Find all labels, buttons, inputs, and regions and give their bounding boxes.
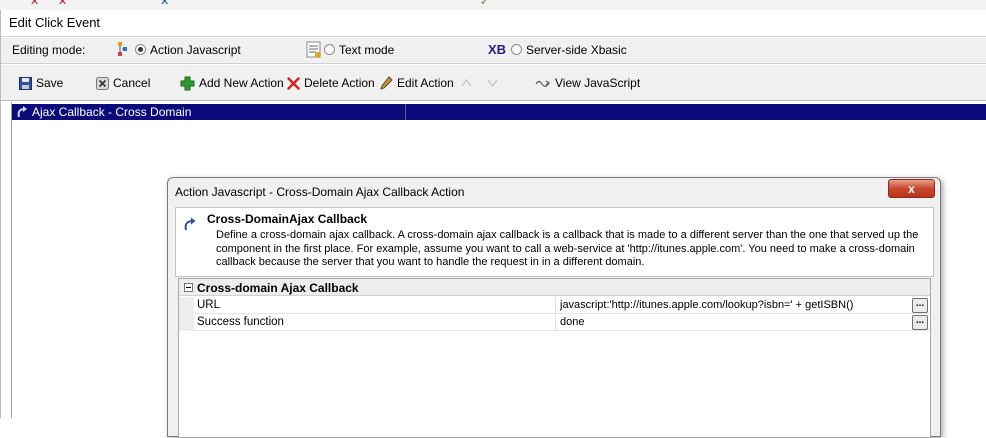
move-up-button[interactable] xyxy=(461,74,472,92)
action-javascript-icon xyxy=(118,42,127,56)
editing-mode-label: Editing mode: xyxy=(12,43,86,57)
action-javascript-dialog: Action Javascript - Cross-Domain Ajax Ca… xyxy=(167,177,941,438)
add-new-action-label: Add New Action xyxy=(199,76,284,90)
view-javascript-icon xyxy=(535,80,551,87)
window-title: Edit Click Event xyxy=(1,10,986,37)
editing-mode-bar: Editing mode: Action Javascript Text mod… xyxy=(1,38,986,64)
save-label: Save xyxy=(36,76,64,90)
text-mode-icon xyxy=(306,41,321,58)
cancel-icon xyxy=(96,76,109,90)
action-description: Define a cross-domain ajax callback. A c… xyxy=(216,229,919,268)
collapse-icon[interactable] xyxy=(184,283,193,292)
cancel-label: Cancel xyxy=(113,76,151,90)
success-function-ellipsis-button[interactable]: ... xyxy=(912,315,928,330)
row-gutter xyxy=(179,314,194,331)
add-icon xyxy=(180,76,195,90)
text-mode-option-label[interactable]: Text mode xyxy=(339,43,394,57)
ajax-callback-icon xyxy=(184,217,196,231)
save-icon xyxy=(19,76,32,90)
ghost-icon: ✕ xyxy=(58,0,68,8)
move-down-button[interactable] xyxy=(487,74,498,92)
url-value-field[interactable]: javascript:'http://itunes.apple.com/look… xyxy=(557,297,907,314)
move-up-icon xyxy=(461,79,472,87)
ghost-icon: ✓ xyxy=(480,0,490,8)
delete-icon xyxy=(287,76,300,90)
action-info-panel: Cross-DomainAjax Callback Define a cross… xyxy=(175,207,934,277)
save-button[interactable]: Save xyxy=(19,74,63,92)
row-gutter xyxy=(179,297,194,314)
action-heading: Cross-DomainAjax Callback xyxy=(207,212,368,226)
close-button[interactable]: x xyxy=(888,179,935,198)
ghost-icon: ✕ xyxy=(30,0,40,8)
property-name[interactable]: URL xyxy=(194,297,556,314)
cancel-button[interactable]: Cancel xyxy=(96,74,150,92)
property-grid: Cross-domain Ajax Callback URL javascrip… xyxy=(178,278,931,438)
add-new-action-button[interactable]: Add New Action xyxy=(180,74,284,92)
edit-action-button[interactable]: Edit Action xyxy=(380,74,454,92)
ajax-callback-icon xyxy=(17,106,27,118)
delete-action-label: Delete Action xyxy=(304,76,375,90)
text-mode-radio[interactable] xyxy=(324,44,335,55)
move-down-icon xyxy=(487,79,498,87)
list-item[interactable]: Ajax Callback - Cross Domain xyxy=(12,104,986,120)
property-row-success-function: Success function done ... xyxy=(179,314,930,331)
category-label: Cross-domain Ajax Callback xyxy=(197,281,359,295)
ghost-icon: ✕ xyxy=(160,0,170,8)
pencil-icon xyxy=(380,76,393,90)
property-name[interactable]: Success function xyxy=(194,314,556,331)
close-icon: x xyxy=(908,181,915,196)
server-side-xbasic-radio[interactable] xyxy=(511,44,522,55)
edit-action-label: Edit Action xyxy=(397,76,454,90)
xbasic-logo-icon: XB xyxy=(488,42,507,57)
action-toolbar: Save Cancel Add New Action Delete Action xyxy=(1,65,986,101)
url-ellipsis-button[interactable]: ... xyxy=(912,298,928,313)
action-javascript-option-label[interactable]: Action Javascript xyxy=(150,43,241,57)
delete-action-button[interactable]: Delete Action xyxy=(287,74,375,92)
background-toolbar-strip: ✕ ✕ ✕ ✓ xyxy=(0,0,986,10)
property-category[interactable]: Cross-domain Ajax Callback xyxy=(179,279,930,296)
dialog-title: Action Javascript - Cross-Domain Ajax Ca… xyxy=(175,185,465,199)
server-side-xbasic-option-label[interactable]: Server-side Xbasic xyxy=(526,43,627,57)
view-javascript-button[interactable]: View JavaScript xyxy=(535,74,640,92)
action-javascript-radio[interactable] xyxy=(135,44,146,55)
list-item-label: Ajax Callback - Cross Domain xyxy=(32,105,192,119)
view-javascript-label: View JavaScript xyxy=(555,76,641,90)
property-row-url: URL javascript:'http://itunes.apple.com/… xyxy=(179,297,930,314)
column-divider xyxy=(405,104,406,120)
success-function-value-field[interactable]: done xyxy=(557,314,907,331)
